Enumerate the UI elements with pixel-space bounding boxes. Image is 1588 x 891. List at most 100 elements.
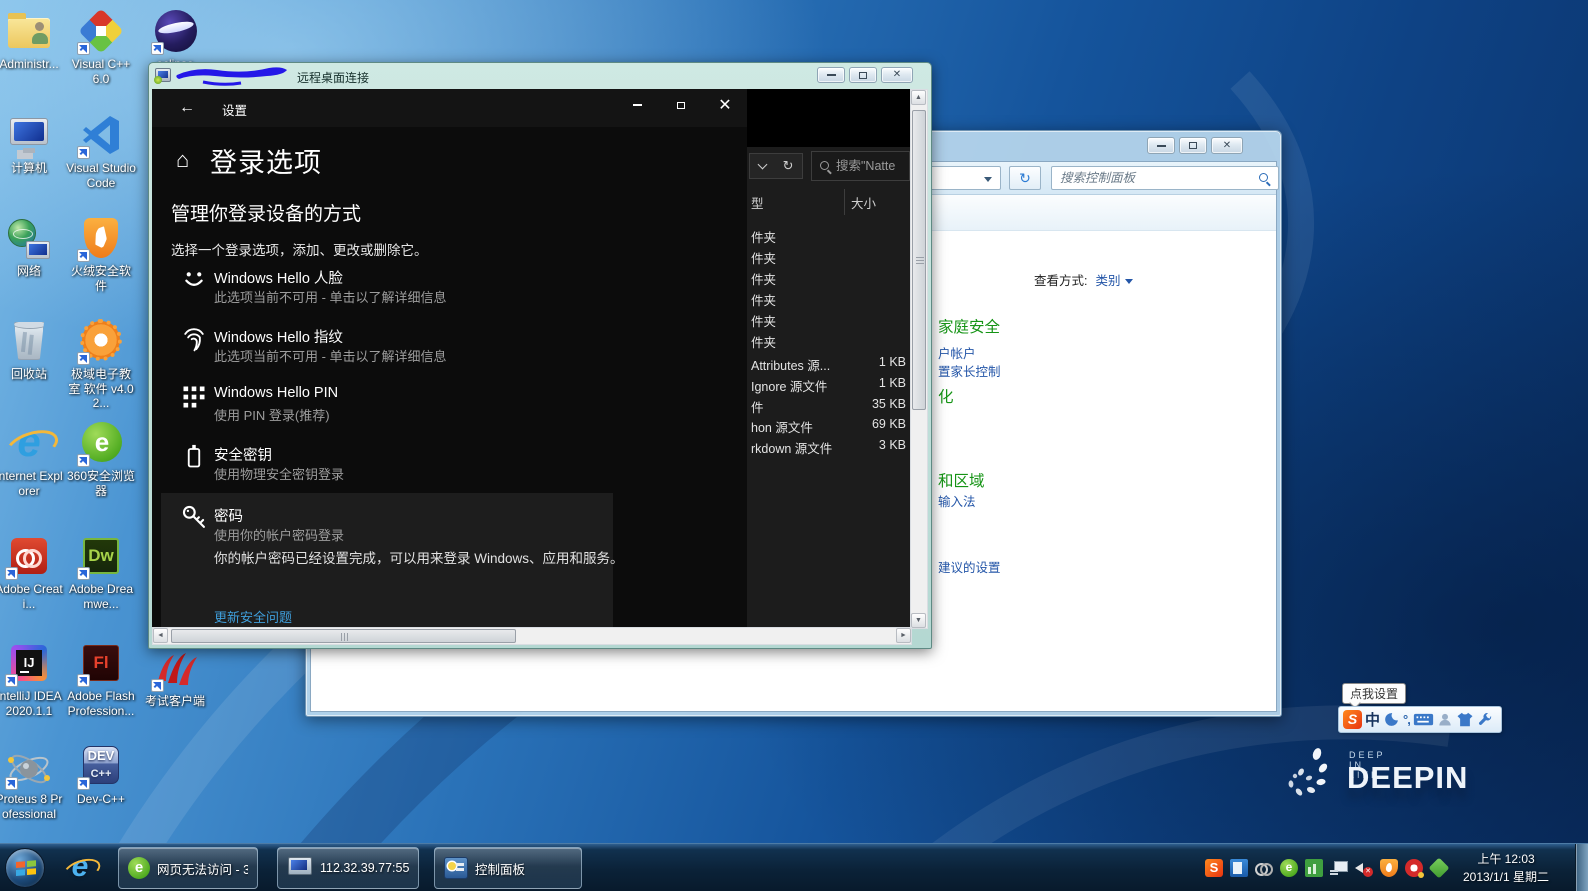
file-row[interactable]: 件夹	[751, 332, 776, 351]
column-header-size[interactable]: 大小	[851, 193, 876, 212]
column-header-type[interactable]: 型	[751, 193, 764, 212]
desktop-icon-intellij[interactable]: IJ IntelliJ IDEA 2020.1.1	[0, 640, 64, 718]
tray-adobe-cc-icon[interactable]	[1255, 859, 1273, 877]
cp-link-parental-controls[interactable]: 置家长控制	[938, 361, 1001, 380]
desktop-icon-network[interactable]: 网络	[0, 215, 64, 279]
explorer-search-input[interactable]	[836, 152, 908, 180]
rdp-horizontal-scrollbar[interactable]: ◄ ►	[152, 627, 912, 645]
desktop-icon-adobe-cc[interactable]: Adobe Creati...	[0, 533, 64, 611]
scrollbar-thumb[interactable]	[171, 629, 516, 643]
view-by-value[interactable]: 类别	[1095, 274, 1120, 288]
sogou-logo-icon[interactable]: S	[1343, 710, 1362, 729]
cp-link-suggested-settings[interactable]: 建议的设置	[938, 557, 1001, 576]
ime-toolbar[interactable]: S 中 °,	[1338, 706, 1502, 733]
desktop-icon-huorong[interactable]: 火绒安全软件	[66, 215, 136, 293]
rdp-vertical-scrollbar[interactable]: ▲ ▼	[910, 89, 928, 629]
minimize-button[interactable]	[615, 89, 659, 121]
explorer-nav-controls[interactable]: ↻	[749, 153, 803, 179]
back-button[interactable]: ←	[172, 95, 202, 121]
desktop-icon-recycle-bin[interactable]: 回收站	[0, 318, 64, 382]
skin-shirt-icon[interactable]	[1456, 711, 1474, 728]
chevron-down-icon[interactable]	[757, 160, 767, 170]
close-button[interactable]: ✕	[881, 67, 913, 83]
tray-classroom-icon[interactable]	[1405, 859, 1423, 877]
minimize-button[interactable]	[817, 67, 845, 83]
chevron-down-icon[interactable]	[984, 177, 992, 182]
option-title[interactable]: 密码	[214, 505, 243, 526]
scroll-right-arrow[interactable]: ►	[896, 628, 911, 643]
taskbar-ie-icon[interactable]: e	[62, 851, 98, 885]
maximize-button[interactable]	[1179, 137, 1207, 154]
tray-sogou-icon[interactable]: S	[1205, 859, 1223, 877]
search-icon[interactable]	[1259, 173, 1268, 182]
desktop-icon-computer[interactable]: 计算机	[0, 112, 64, 176]
option-title[interactable]: Windows Hello PIN	[214, 385, 338, 401]
user-icon[interactable]	[1437, 711, 1453, 728]
taskbar-button-rdp[interactable]: 112.32.39.77:55...	[277, 847, 419, 889]
file-row[interactable]: 件夹	[751, 290, 776, 309]
taskbar-clock[interactable]: 上午 12:03 2013/1/1 星期二	[1447, 850, 1565, 886]
file-row-type[interactable]: Attributes 源...	[751, 355, 830, 374]
cp-link-input-method[interactable]: 输入法	[938, 491, 976, 510]
desktop-icon-dev-cpp[interactable]: DEVC++ Dev-C++	[66, 743, 136, 807]
home-icon[interactable]: ⌂	[176, 147, 189, 173]
scroll-left-arrow[interactable]: ◄	[153, 628, 168, 643]
explorer-search-box[interactable]	[811, 151, 910, 181]
search-input[interactable]	[1060, 168, 1250, 188]
ime-mode-chinese[interactable]: 中	[1365, 709, 1380, 730]
restore-button[interactable]	[849, 67, 877, 83]
desktop-icon-administrator[interactable]: Administr...	[0, 8, 64, 72]
file-row-type[interactable]: rkdown 源文件	[751, 438, 832, 457]
close-button[interactable]: ✕	[1211, 137, 1243, 154]
settings-titlebar[interactable]: ← 设置 ✕	[152, 89, 747, 127]
file-row-type[interactable]: Ignore 源文件	[751, 376, 827, 395]
scrollbar-thumb[interactable]	[912, 110, 926, 410]
file-row[interactable]: 件夹	[751, 311, 776, 330]
tray-network-icon[interactable]	[1330, 859, 1348, 877]
taskbar-button-browser[interactable]: e 网页无法访问 - 3...	[118, 847, 258, 889]
desktop-icon-dreamweaver[interactable]: Dw Adobe Dreamwe...	[66, 533, 136, 611]
desktop-icon-vscode[interactable]: Visual Studio Code	[66, 112, 136, 190]
close-button[interactable]: ✕	[703, 89, 747, 121]
tray-360-icon[interactable]: e	[1280, 859, 1298, 877]
desktop-icon-visual-cpp[interactable]: Visual C++ 6.0	[66, 8, 136, 86]
desktop-icon-flash[interactable]: Fl Adobe Flash Profession...	[66, 640, 136, 718]
moon-icon[interactable]	[1383, 711, 1400, 728]
cp-link-user-accounts[interactable]: 户帐户	[938, 343, 976, 362]
tray-chart-icon[interactable]	[1305, 859, 1323, 877]
option-title[interactable]: Windows Hello 指纹	[214, 326, 343, 347]
file-row[interactable]: 件夹	[751, 248, 776, 267]
cp-heading-personalization[interactable]: 化	[938, 385, 954, 407]
file-row-type[interactable]: 件	[751, 397, 764, 416]
keyboard-icon[interactable]	[1413, 711, 1434, 728]
cp-heading-family-safety[interactable]: 家庭安全	[938, 315, 1000, 337]
desktop-icon-jiyu[interactable]: 极域电子教室 软件 v4.0 2...	[66, 318, 136, 411]
tray-volume-muted-icon[interactable]	[1355, 859, 1373, 877]
cp-heading-region[interactable]: 和区域	[938, 469, 985, 491]
tray-dictionary-icon[interactable]	[1230, 859, 1248, 877]
desktop-icon-360-browser[interactable]: e 360安全浏览器	[66, 420, 136, 498]
punctuation-icon[interactable]: °,	[1403, 712, 1410, 727]
refresh-icon[interactable]: ↻	[783, 158, 794, 174]
desktop-icon-exam-client[interactable]: 考试客户端	[140, 645, 210, 709]
option-title[interactable]: Windows Hello 人脸	[214, 267, 343, 288]
update-security-questions-link[interactable]: 更新安全问题	[214, 607, 292, 626]
taskbar-button-control-panel[interactable]: 控制面板	[434, 847, 582, 889]
refresh-button[interactable]: ↻	[1009, 166, 1041, 190]
show-desktop-button[interactable]	[1575, 844, 1588, 891]
start-button[interactable]	[5, 848, 45, 888]
file-row[interactable]: 件夹	[751, 227, 776, 246]
wrench-icon[interactable]	[1477, 711, 1493, 728]
desktop-icon-internet-explorer[interactable]: e Internet Explorer	[0, 420, 64, 498]
scroll-down-arrow[interactable]: ▼	[911, 613, 926, 628]
maximize-button[interactable]	[659, 89, 703, 121]
rdp-titlebar[interactable]: 远程桌面连接 ✕	[149, 63, 931, 89]
tray-huorong-icon[interactable]	[1380, 859, 1398, 877]
file-row-type[interactable]: hon 源文件	[751, 417, 813, 436]
desktop-icon-proteus[interactable]: Proteus 8 Professional	[0, 743, 64, 821]
minimize-button[interactable]	[1147, 137, 1175, 154]
file-row[interactable]: 件夹	[751, 269, 776, 288]
control-panel-search[interactable]	[1051, 166, 1279, 190]
view-by-control[interactable]: 查看方式:类别	[1034, 270, 1133, 289]
scroll-up-arrow[interactable]: ▲	[911, 90, 926, 105]
